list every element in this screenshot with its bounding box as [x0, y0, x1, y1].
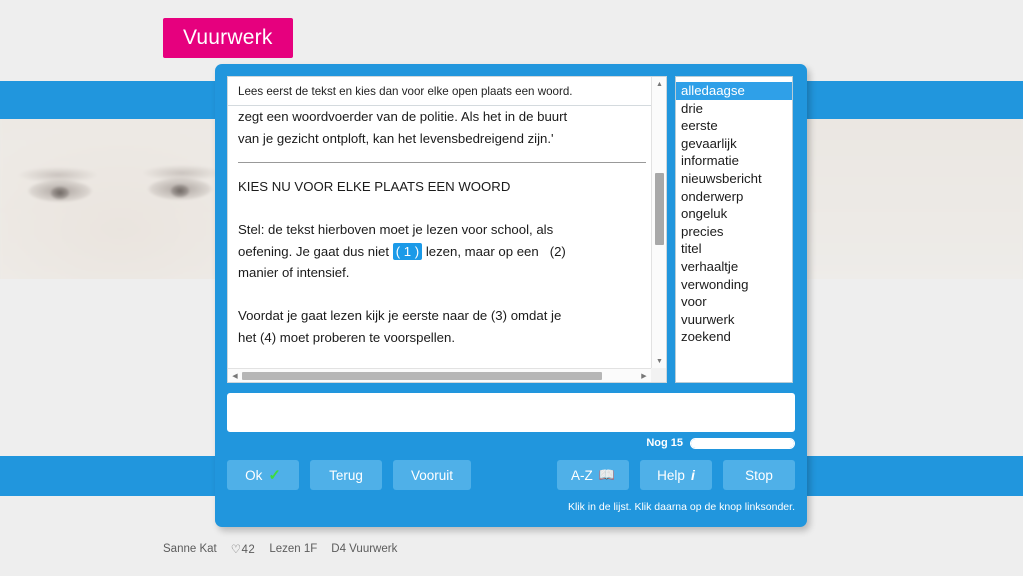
hint-text: Klik in de lijst. Klik daarna op de knop… — [567, 501, 795, 513]
list-item[interactable]: zoekend — [676, 328, 792, 346]
list-item[interactable]: nieuwsbericht — [676, 170, 792, 188]
list-item[interactable]: eerste — [676, 117, 792, 135]
info-icon: i — [690, 467, 695, 483]
list-item[interactable]: verwonding — [676, 276, 792, 294]
page-root: Vuurwerk Lees eerst de tekst en kies dan… — [0, 0, 1023, 576]
forward-button-label: Vooruit — [410, 467, 454, 483]
text-vertical-scrollbar[interactable]: ▲ ▼ — [651, 77, 666, 368]
list-item[interactable]: ongeluk — [676, 205, 792, 223]
horizontal-scroll-thumb[interactable] — [242, 372, 602, 380]
word-choice-list[interactable]: alledaagse drie eerste gevaarlijk inform… — [675, 76, 793, 383]
text-paragraph-2-line-2: het (4) moet proberen te voorspellen. — [238, 329, 455, 345]
back-button-label: Terug — [329, 467, 363, 483]
ok-button[interactable]: Ok ✓ — [227, 460, 299, 490]
list-item[interactable]: verhaaltje — [676, 258, 792, 276]
stop-button[interactable]: Stop — [723, 460, 795, 490]
reading-text-panel[interactable]: Lees eerst de tekst en kies dan voor elk… — [227, 76, 667, 383]
forward-button[interactable]: Vooruit — [393, 460, 471, 490]
instruction-text: Lees eerst de tekst en kies dan voor elk… — [228, 77, 666, 106]
help-button[interactable]: Help i — [640, 460, 712, 490]
list-item[interactable]: titel — [676, 240, 792, 258]
text-line-clipped: zegt een woordvoerder van de politie. Al… — [238, 109, 568, 124]
text-horizontal-scrollbar[interactable]: ◀ ▶ — [228, 368, 651, 382]
dictionary-button-label: A-Z — [571, 467, 593, 483]
footer-score: ♡42 — [230, 544, 256, 556]
text-heading: KIES NU VOOR ELKE PLAATS EEN WOORD — [238, 179, 511, 194]
scroll-down-arrow-icon[interactable]: ▼ — [652, 354, 666, 368]
footer: Sanne Kat ♡42 Lezen 1F D4 Vuurwerk — [163, 542, 397, 556]
list-item[interactable]: voor — [676, 293, 792, 311]
stop-button-label: Stop — [745, 467, 773, 483]
footer-unit: D4 Vuurwerk — [331, 543, 398, 555]
scroll-up-arrow-icon[interactable]: ▲ — [652, 77, 666, 91]
text-after-blank: lezen, maar op een (2) — [422, 243, 566, 259]
list-item[interactable]: gevaarlijk — [676, 135, 792, 153]
dictionary-button[interactable]: A-Z 📖 — [557, 460, 629, 490]
dialog-button-bar: Ok ✓ Terug Vooruit A-Z 📖 Help i Stop — [227, 460, 795, 490]
list-item[interactable]: alledaagse — [676, 82, 792, 100]
reading-text-body: zegt een woordvoerder van de politie. Al… — [228, 109, 651, 368]
footer-course: Lezen 1F — [269, 543, 318, 555]
progress-label: Nog 15 — [646, 437, 683, 449]
text-line-2: van je gezicht ontploft, kan het levensb… — [238, 130, 554, 146]
answer-input[interactable] — [227, 393, 795, 432]
list-item[interactable]: drie — [676, 100, 792, 118]
text-before-blank: oefening. Je gaat dus niet — [238, 243, 393, 259]
check-icon: ✓ — [268, 467, 281, 484]
list-item[interactable]: precies — [676, 223, 792, 241]
page-title: Vuurwerk — [163, 18, 293, 58]
dialog-top-row: Lees eerst de tekst en kies dan voor elk… — [227, 76, 795, 383]
secondary-buttons: A-Z 📖 Help i Stop — [557, 460, 795, 490]
vertical-scroll-thumb[interactable] — [655, 173, 664, 245]
text-divider — [238, 162, 646, 163]
page-title-label: Vuurwerk — [183, 26, 273, 49]
text-paragraph-1-line-1: Stel: de tekst hierboven moet je lezen v… — [238, 222, 554, 237]
progress-bar — [690, 437, 795, 449]
text-paragraph-1-line-3: manier of intensief. — [238, 265, 350, 280]
progress-row: Nog 15 — [227, 437, 795, 449]
ok-button-label: Ok — [245, 467, 263, 483]
list-item[interactable]: informatie — [676, 152, 792, 170]
scroll-left-arrow-icon[interactable]: ◀ — [228, 369, 242, 382]
list-item[interactable]: onderwerp — [676, 188, 792, 206]
list-item[interactable]: vuurwerk — [676, 311, 792, 329]
footer-user: Sanne Kat — [163, 543, 217, 555]
book-icon: 📖 — [598, 467, 615, 482]
text-paragraph-1-line-2: oefening. Je gaat dus niet ( 1 ) lezen, … — [238, 241, 641, 263]
help-button-label: Help — [657, 467, 685, 483]
back-button[interactable]: Terug — [310, 460, 382, 490]
progress-bar-fill — [691, 438, 794, 448]
exercise-dialog: Lees eerst de tekst en kies dan voor elk… — [215, 64, 807, 527]
primary-buttons: Ok ✓ Terug Vooruit — [227, 460, 471, 490]
scroll-right-arrow-icon[interactable]: ▶ — [637, 369, 651, 382]
text-paragraph-2-line-1: Voordat je gaat lezen kijk je eerste naa… — [238, 308, 562, 323]
blank-marker-1[interactable]: ( 1 ) — [392, 242, 423, 260]
scrollbar-corner — [651, 368, 666, 382]
